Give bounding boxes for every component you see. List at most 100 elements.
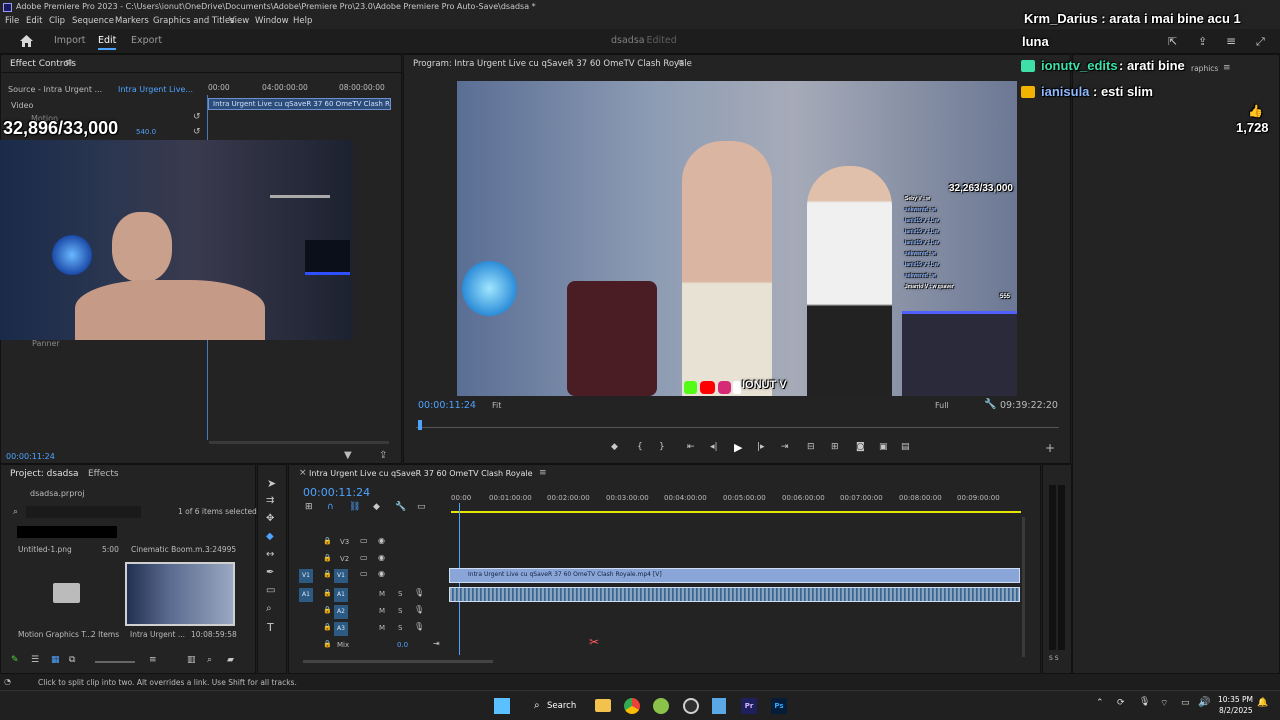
tray-monitor-icon[interactable]: ▭ xyxy=(1181,698,1190,708)
panel-menu-icon[interactable]: ≡ xyxy=(1223,63,1231,73)
quality-dropdown[interactable]: Full xyxy=(935,401,949,410)
mic-icon[interactable]: 🎙 xyxy=(414,588,424,597)
mix-go-to-icon[interactable]: ⇥ xyxy=(433,639,440,648)
solo-button[interactable]: S xyxy=(398,607,402,615)
lock-icon[interactable]: 🔒 xyxy=(323,589,332,597)
wrench-icon[interactable]: 🔧 xyxy=(984,399,996,410)
sync-icon[interactable]: ▭ xyxy=(360,536,368,545)
eye-icon[interactable]: ◉ xyxy=(378,536,385,545)
menu-clip[interactable]: Clip xyxy=(49,16,65,26)
marker-icon[interactable]: ◆ xyxy=(611,442,618,452)
ec-ruler[interactable]: 00:00 04:00:00:00 08:00:00:00 xyxy=(206,81,402,95)
item-name[interactable]: Untitled-1.png xyxy=(18,545,72,554)
tab-edit[interactable]: Edit xyxy=(98,35,117,50)
rectangle-tool-icon[interactable]: ▭ xyxy=(266,585,275,596)
lock-icon[interactable]: 🔒 xyxy=(323,623,332,631)
sort-icon[interactable]: ≡ xyxy=(149,655,157,665)
item-name[interactable]: Intra Urgent ... xyxy=(130,630,185,639)
snap-icon[interactable]: ∩ xyxy=(327,502,334,512)
step-back-icon[interactable]: ◂| xyxy=(710,442,718,452)
tray-network-icon[interactable]: ⌔ xyxy=(1160,698,1168,709)
file-explorer-icon[interactable] xyxy=(595,699,611,712)
work-area-bar[interactable] xyxy=(451,511,1021,513)
workspace-menu-icon[interactable]: ≡ xyxy=(1226,34,1236,48)
tray-sync-icon[interactable]: ⟳ xyxy=(1117,698,1125,708)
out-point-icon[interactable]: } xyxy=(659,442,665,452)
messaging-app-icon[interactable] xyxy=(653,698,669,714)
automate-icon[interactable]: ▥ xyxy=(187,655,196,665)
video-clip[interactable]: Intra Urgent Live cu qSaveR 37 60 OmeTV … xyxy=(449,568,1020,583)
ec-timecode[interactable]: 00:00:11:24 xyxy=(6,452,55,461)
ec-clip-bar[interactable]: Intra Urgent Live cu qSaveR 37 60 OmeTV … xyxy=(208,98,391,110)
reset-icon[interactable]: ↺ xyxy=(193,127,201,137)
reset-icon[interactable]: ↺ xyxy=(193,112,201,122)
taskbar-date[interactable]: 8/2/2025 xyxy=(1219,706,1253,715)
audio-clip[interactable] xyxy=(449,587,1020,602)
solo-button[interactable]: S xyxy=(398,624,402,632)
lift-icon[interactable]: ⊟ xyxy=(807,442,815,452)
mute-button[interactable]: M xyxy=(379,590,385,598)
ec-zoom-scrollbar[interactable] xyxy=(209,441,389,444)
taskbar-search[interactable]: ⌕ Search xyxy=(526,697,580,715)
timeline-timecode[interactable]: 00:00:11:24 xyxy=(303,486,370,499)
notepad-icon[interactable] xyxy=(712,698,726,714)
lock-icon[interactable]: 🔒 xyxy=(323,554,332,562)
fullscreen-icon[interactable]: ⤢ xyxy=(1256,35,1265,49)
go-to-out-icon[interactable]: ⇥ xyxy=(781,442,789,452)
lock-icon[interactable]: 🔒 xyxy=(323,537,332,545)
menu-window[interactable]: Window xyxy=(255,16,289,26)
settings-wrench-icon[interactable]: 🔧 xyxy=(395,502,406,512)
menu-file[interactable]: File xyxy=(5,16,19,26)
track-select-icon[interactable]: ⇉ xyxy=(266,495,274,506)
track-target-a1[interactable]: A1 xyxy=(334,588,348,602)
home-icon[interactable] xyxy=(20,35,33,47)
thumb-untitled[interactable] xyxy=(17,526,117,538)
linked-selection-icon[interactable]: ⛓ xyxy=(349,502,360,512)
project-tab[interactable]: Project: dsadsa xyxy=(10,469,79,479)
find-icon[interactable]: ⌕ xyxy=(207,655,212,665)
obs-icon[interactable] xyxy=(683,698,699,714)
multicam-icon[interactable]: ▤ xyxy=(901,442,910,452)
new-bin-icon[interactable]: ▰ xyxy=(227,655,234,665)
eye-icon[interactable]: ◉ xyxy=(378,553,385,562)
quick-export-icon[interactable]: ⇱ xyxy=(1168,35,1177,48)
menu-help[interactable]: Help xyxy=(293,16,312,26)
timeline-ruler[interactable]: 00:00 00:01:00:00 00:02:00:00 00:03:00:0… xyxy=(449,490,1024,510)
extract-icon[interactable]: ⊞ xyxy=(831,442,839,452)
effects-tab[interactable]: Effects xyxy=(88,469,119,479)
search-icon[interactable]: ⌕ xyxy=(13,507,18,517)
track-target-a2[interactable]: A2 xyxy=(334,605,348,619)
pencil-icon[interactable]: ✎ xyxy=(11,655,19,665)
item-name[interactable]: Cinematic Boom.m... xyxy=(131,545,210,554)
source-dropdown[interactable]: Source - Intra Urgent ... xyxy=(8,85,102,94)
tab-import[interactable]: Import xyxy=(54,35,86,46)
icon-view-icon[interactable]: ▦ xyxy=(51,655,60,665)
program-title[interactable]: Program: Intra Urgent Live cu qSaveR 37 … xyxy=(413,59,692,69)
list-view-icon[interactable]: ☰ xyxy=(31,655,39,665)
share-icon[interactable]: ⇪ xyxy=(1198,35,1207,48)
razor-tool-icon[interactable]: ◆ xyxy=(266,531,274,542)
premiere-taskbar-icon[interactable]: Pr xyxy=(741,698,757,714)
timeline-title[interactable]: Intra Urgent Live cu qSaveR 37 60 OmeTV … xyxy=(309,469,533,478)
mix-value[interactable]: 0.0 xyxy=(397,641,408,649)
program-timecode[interactable]: 00:00:11:24 xyxy=(418,400,476,411)
photoshop-taskbar-icon[interactable]: Ps xyxy=(771,698,787,714)
source-patch-v1[interactable]: V1 xyxy=(299,569,313,583)
program-playhead[interactable] xyxy=(417,420,422,430)
sync-icon[interactable]: ▭ xyxy=(360,569,368,578)
meter-solo-labels[interactable]: S S xyxy=(1049,655,1059,662)
windows-start-icon[interactable] xyxy=(494,698,510,714)
freeform-view-icon[interactable]: ⧉ xyxy=(69,655,75,665)
panel-menu-icon[interactable]: ≡ xyxy=(539,468,547,478)
menu-sequence[interactable]: Sequence xyxy=(72,16,114,26)
menu-markers[interactable]: Markers xyxy=(115,16,149,26)
chrome-icon[interactable] xyxy=(624,698,640,714)
source-patch-a1[interactable]: A1 xyxy=(299,588,313,602)
mute-button[interactable]: M xyxy=(379,607,385,615)
hand-tool-icon[interactable]: ⌕ xyxy=(266,603,272,614)
add-button-icon[interactable]: + xyxy=(1045,441,1055,455)
timeline-v-scroll[interactable] xyxy=(1022,517,1025,657)
fit-dropdown[interactable]: Fit xyxy=(492,401,501,410)
clip-name[interactable]: Intra Urgent Live... xyxy=(118,85,193,94)
step-forward-icon[interactable]: |▸ xyxy=(757,442,765,452)
